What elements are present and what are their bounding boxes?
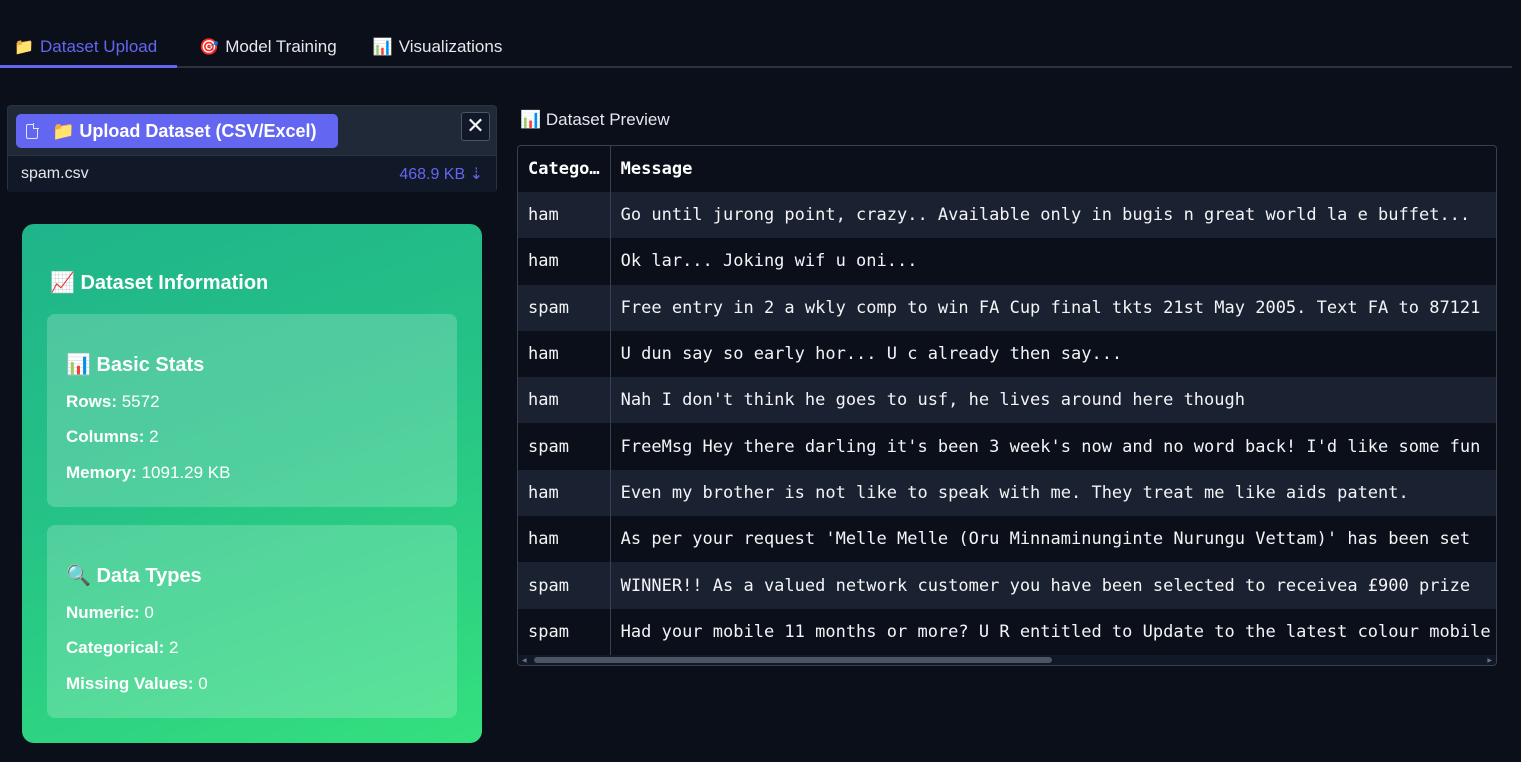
memory-stat: Memory: 1091.29 KB (66, 463, 231, 482)
table-row: ham U dun say so early hor... U c already… (518, 330, 1496, 378)
scroll-left-icon[interactable]: ◀ (522, 657, 527, 664)
category-cell[interactable]: ham (518, 469, 611, 517)
category-cell[interactable]: spam (518, 608, 611, 655)
dataset-info-title: 📈 Dataset Information (50, 272, 269, 294)
dataset-preview-label: 📊 Dataset Preview (520, 110, 670, 129)
horizontal-scrollbar[interactable]: ◀ ▶ (518, 655, 1496, 665)
tab-visualizations[interactable]: 📊 Visualizations (351, 28, 517, 66)
file-icon (26, 123, 39, 139)
message-cell[interactable]: U dun say so early hor... U c already th… (610, 330, 1496, 378)
message-cell[interactable]: Even my brother is not like to speak wit… (610, 469, 1496, 517)
table-row: ham Even my brother is not like to speak … (518, 469, 1496, 517)
category-cell[interactable]: spam (518, 284, 611, 331)
message-cell[interactable]: Free entry in 2 a wkly comp to win FA Cu… (610, 284, 1496, 331)
table-row: spam WINNER!! As a valued network custome… (518, 562, 1496, 609)
numeric-stat: Numeric: 0 (66, 603, 154, 622)
tab-label: Model Training (225, 37, 337, 56)
category-cell[interactable]: spam (518, 562, 611, 609)
tab-label: Dataset Upload (40, 36, 158, 56)
missing-values-stat: Missing Values: 0 (66, 674, 208, 693)
message-cell[interactable]: FreeMsg Hey there darling it's been 3 we… (610, 423, 1496, 470)
table-row: ham Go until jurong point, crazy.. Availa… (518, 192, 1496, 239)
tab-dataset-upload[interactable]: 📁 Dataset Upload (0, 28, 178, 68)
category-cell[interactable]: ham (518, 330, 611, 378)
basic-stats-box: 📊 Basic Stats Rows: 5572 Columns: 2 Memo… (47, 314, 457, 507)
close-icon[interactable]: ✕ (461, 112, 490, 141)
table-row: ham Ok lar... Joking wif u oni... (518, 238, 1496, 285)
rows-stat: Rows: 5572 (66, 392, 160, 411)
categorical-stat: Categorical: 2 (66, 638, 179, 657)
bar-chart-icon: 📊 (372, 39, 393, 56)
uploaded-file-row: spam.csv 468.9 KB ⇣ (8, 155, 496, 192)
basic-stats-title: 📊 Basic Stats (66, 354, 205, 376)
category-cell[interactable]: spam (518, 423, 611, 470)
dataset-preview-table[interactable]: Catego… Message ham Go until jurong point… (517, 145, 1497, 666)
table-row: ham Nah I don't think he goes to usf, he … (518, 377, 1496, 424)
table-header-row: Catego… Message (518, 146, 1496, 192)
scrollbar-thumb[interactable] (534, 657, 1052, 663)
tab-model-training[interactable]: 🎯 Model Training (177, 28, 351, 66)
file-upload-panel: 📁 Upload Dataset (CSV/Excel) ✕ spam.csv … (7, 105, 497, 192)
tab-label: Visualizations (398, 37, 503, 56)
message-cell[interactable]: Ok lar... Joking wif u oni... (610, 238, 1496, 285)
message-cell[interactable]: Go until jurong point, crazy.. Available… (610, 192, 1496, 239)
table-row: spam Had your mobile 11 months or more? U… (518, 608, 1496, 655)
file-download-link[interactable]: 468.9 KB ⇣ (399, 164, 483, 184)
message-cell[interactable]: WINNER!! As a valued network customer yo… (610, 562, 1496, 609)
file-name: spam.csv (21, 165, 89, 182)
category-cell[interactable]: ham (518, 516, 611, 563)
table-row: spam FreeMsg Hey there darling it's been … (518, 423, 1496, 470)
upload-button-label: 📁 Upload Dataset (CSV/Excel) (52, 120, 317, 141)
table-row: ham As per your request 'Melle Melle (Oru… (518, 516, 1496, 563)
upload-dataset-button[interactable]: 📁 Upload Dataset (CSV/Excel) (16, 114, 338, 148)
category-cell[interactable]: ham (518, 192, 611, 239)
message-cell[interactable]: As per your request 'Melle Melle (Oru Mi… (610, 516, 1496, 563)
data-types-title: 🔍 Data Types (66, 565, 202, 587)
scroll-right-icon[interactable]: ▶ (1487, 657, 1492, 664)
column-header-category[interactable]: Catego… (518, 146, 611, 192)
dataset-info-card: 📈 Dataset Information 📊 Basic Stats Rows… (22, 224, 482, 743)
folder-icon: 📁 (14, 38, 34, 56)
category-cell[interactable]: ham (518, 238, 611, 285)
column-header-message[interactable]: Message (610, 146, 1496, 192)
table-row: spam Free entry in 2 a wkly comp to win F… (518, 284, 1496, 331)
tab-bar: 📁 Dataset Upload 🎯 Model Training 📊 Visu… (0, 28, 1512, 68)
message-cell[interactable]: Nah I don't think he goes to usf, he liv… (610, 377, 1496, 424)
message-cell[interactable]: Had your mobile 11 months or more? U R e… (610, 608, 1496, 655)
category-cell[interactable]: ham (518, 377, 611, 424)
target-icon: 🎯 (199, 39, 220, 56)
columns-stat: Columns: 2 (66, 427, 159, 446)
data-types-box: 🔍 Data Types Numeric: 0 Categorical: 2 M… (47, 525, 457, 718)
